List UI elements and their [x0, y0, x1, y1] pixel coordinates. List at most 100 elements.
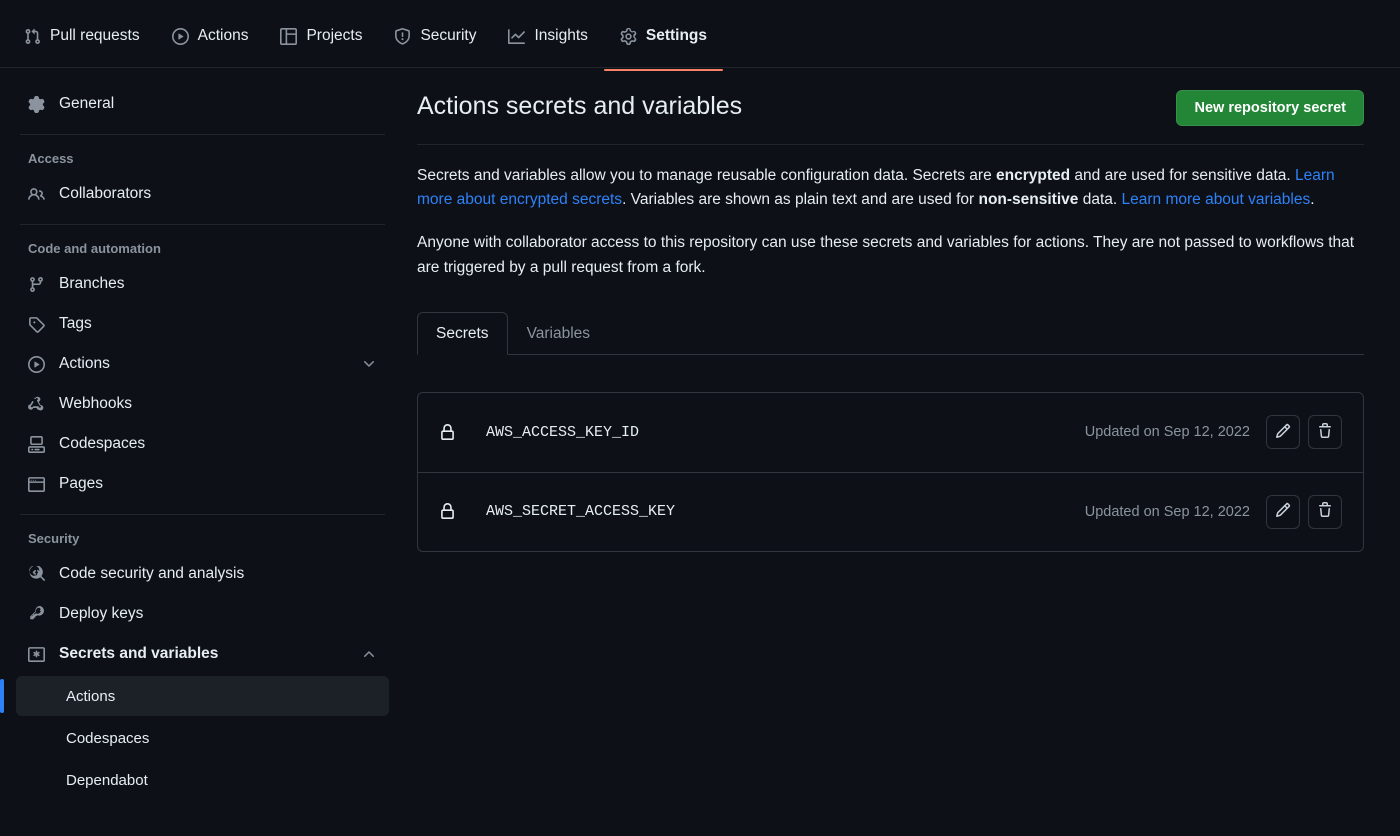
sidebar-divider: [20, 224, 385, 225]
tab-variables[interactable]: Variables: [508, 312, 609, 355]
sidebar-item-pages[interactable]: Pages: [16, 464, 389, 504]
secrets-list: AWS_ACCESS_KEY_ID Updated on Sep 12, 202…: [417, 391, 1364, 552]
webhook-icon: [28, 396, 46, 413]
para1-bold-encrypted: encrypted: [996, 167, 1071, 184]
secret-name: AWS_SECRET_ACCESS_KEY: [486, 503, 676, 521]
sidebar-subitem-dependabot[interactable]: Dependabot: [16, 760, 389, 800]
trash-icon: [1317, 502, 1333, 521]
nav-label: Settings: [645, 27, 708, 44]
codescan-icon: [28, 565, 46, 583]
sidebar-item-label: Branches: [59, 275, 125, 292]
para1-text-2: and are used for sensitive data.: [1070, 167, 1295, 184]
tab-secrets[interactable]: Secrets: [417, 311, 508, 355]
sidebar-item-general[interactable]: General: [16, 84, 389, 124]
sidebar-item-label: Actions: [59, 355, 110, 372]
nav-item-actions[interactable]: Actions: [156, 10, 265, 62]
gear-icon: [28, 95, 46, 113]
edit-icon: [1275, 502, 1291, 521]
sidebar-subitem-label: Codespaces: [66, 729, 150, 747]
lock-icon: [439, 423, 456, 441]
sidebar-subitem-label: Dependabot: [66, 771, 148, 789]
people-icon: [28, 186, 46, 203]
sidebar-item-label: Secrets and variables: [59, 645, 219, 662]
sidebar-item-tags[interactable]: Tags: [16, 304, 389, 344]
sidebar-item-deploy-keys[interactable]: Deploy keys: [16, 594, 389, 634]
sidebar-item-label: Tags: [59, 315, 92, 332]
git-branch-icon: [28, 276, 46, 293]
delete-secret-button[interactable]: [1308, 494, 1342, 529]
sidebar-item-label: Webhooks: [59, 395, 132, 412]
settings-sidebar: General Access Collaborators Code and au…: [0, 68, 405, 835]
new-repository-secret-button[interactable]: New repository secret: [1176, 90, 1364, 126]
nav-item-projects[interactable]: Projects: [264, 10, 378, 62]
sidebar-item-codespaces[interactable]: Codespaces: [16, 424, 389, 464]
table-row: AWS_ACCESS_KEY_ID Updated on Sep 12, 202…: [418, 393, 1363, 472]
sidebar-item-secrets-and-variables[interactable]: Secrets and variables: [16, 634, 389, 674]
tag-icon: [28, 316, 46, 333]
nav-label: Projects: [306, 27, 363, 44]
browser-icon: [28, 476, 46, 493]
description-paragraph-2: Anyone with collaborator access to this …: [417, 234, 1355, 276]
chevron-up-icon[interactable]: [361, 646, 377, 662]
description-paragraph-1: Secrets and variables allow you to manag…: [417, 164, 1362, 212]
table-icon: [280, 27, 298, 45]
main-content: Actions secrets and variables New reposi…: [405, 68, 1400, 835]
sidebar-item-actions[interactable]: Actions: [16, 344, 389, 384]
secret-name: AWS_ACCESS_KEY_ID: [486, 423, 640, 441]
row-actions: [1266, 494, 1342, 529]
edit-secret-button[interactable]: [1266, 494, 1300, 529]
chevron-down-icon[interactable]: [361, 356, 377, 372]
page-body: General Access Collaborators Code and au…: [0, 68, 1400, 835]
sidebar-subitem-actions[interactable]: Actions: [0, 676, 389, 716]
edit-secret-button[interactable]: [1266, 415, 1300, 450]
edit-icon: [1275, 423, 1291, 442]
sidebar-group-access: Access: [28, 151, 74, 166]
sidebar-item-label: General: [59, 95, 115, 112]
sidebar-item-label: Deploy keys: [59, 605, 144, 622]
sidebar-item-label: Code security and analysis: [59, 565, 245, 582]
nav-label: Pull requests: [50, 27, 140, 44]
sidebar-item-code-security-and-analysis[interactable]: Code security and analysis: [16, 554, 389, 594]
nav-item-insights[interactable]: Insights: [492, 10, 603, 62]
sidebar-divider: [20, 134, 385, 135]
sidebar-group-code-and-automation: Code and automation: [28, 241, 161, 256]
para1-text-1: Secrets and variables allow you to manag…: [417, 167, 997, 184]
sidebar-subitem-label: Actions: [66, 687, 116, 705]
sidebar-item-collaborators[interactable]: Collaborators: [16, 174, 389, 214]
sidebar-subitem-codespaces[interactable]: Codespaces: [16, 718, 389, 758]
nav-label: Insights: [534, 27, 588, 44]
nav-item-settings[interactable]: Settings: [603, 10, 724, 71]
key-asterisk-icon: [28, 646, 46, 663]
gear-icon: [620, 27, 637, 45]
para1-bold-non-sensitive: non-sensitive: [978, 191, 1079, 209]
sidebar-group-security: Security: [28, 531, 80, 546]
delete-secret-button[interactable]: [1308, 415, 1342, 450]
sidebar-item-label: Codespaces: [59, 435, 146, 452]
page-title: Actions secrets and variables: [417, 92, 743, 120]
nav-item-security[interactable]: Security: [378, 10, 492, 62]
sidebar-item-label: Pages: [59, 475, 103, 492]
nav-label: Actions: [197, 27, 249, 44]
lock-icon: [439, 503, 456, 520]
sidebar-item-branches[interactable]: Branches: [16, 264, 389, 304]
secret-updated-date: Updated on Sep 12, 2022: [1084, 424, 1250, 441]
graph-icon: [508, 28, 526, 45]
nav-item-pull-requests[interactable]: Pull requests: [8, 10, 156, 62]
nav-label: Security: [420, 27, 477, 44]
main-header: Actions secrets and variables New reposi…: [417, 90, 1364, 145]
codespaces-icon: [28, 435, 46, 453]
trash-icon: [1317, 422, 1333, 442]
table-row: AWS_SECRET_ACCESS_KEY Updated on Sep 12,…: [418, 471, 1363, 551]
top-navigation: Pull requests Actions Projects Security …: [0, 0, 1400, 71]
secrets-variables-tabs: Secrets Variables: [417, 311, 1364, 355]
para1-text-4: data.: [1078, 191, 1122, 209]
link-variables[interactable]: Learn more about variables: [1122, 191, 1311, 208]
row-actions: [1266, 415, 1342, 450]
sidebar-item-label: Collaborators: [59, 185, 152, 202]
git-pull-request-icon: [24, 28, 41, 45]
play-circle-icon: [171, 27, 189, 45]
para1-text-3: . Variables are shown as plain text and …: [622, 191, 979, 209]
para1-text-5: .: [1310, 191, 1315, 209]
sidebar-item-webhooks[interactable]: Webhooks: [16, 384, 389, 424]
secret-updated-date: Updated on Sep 12, 2022: [1084, 503, 1250, 520]
